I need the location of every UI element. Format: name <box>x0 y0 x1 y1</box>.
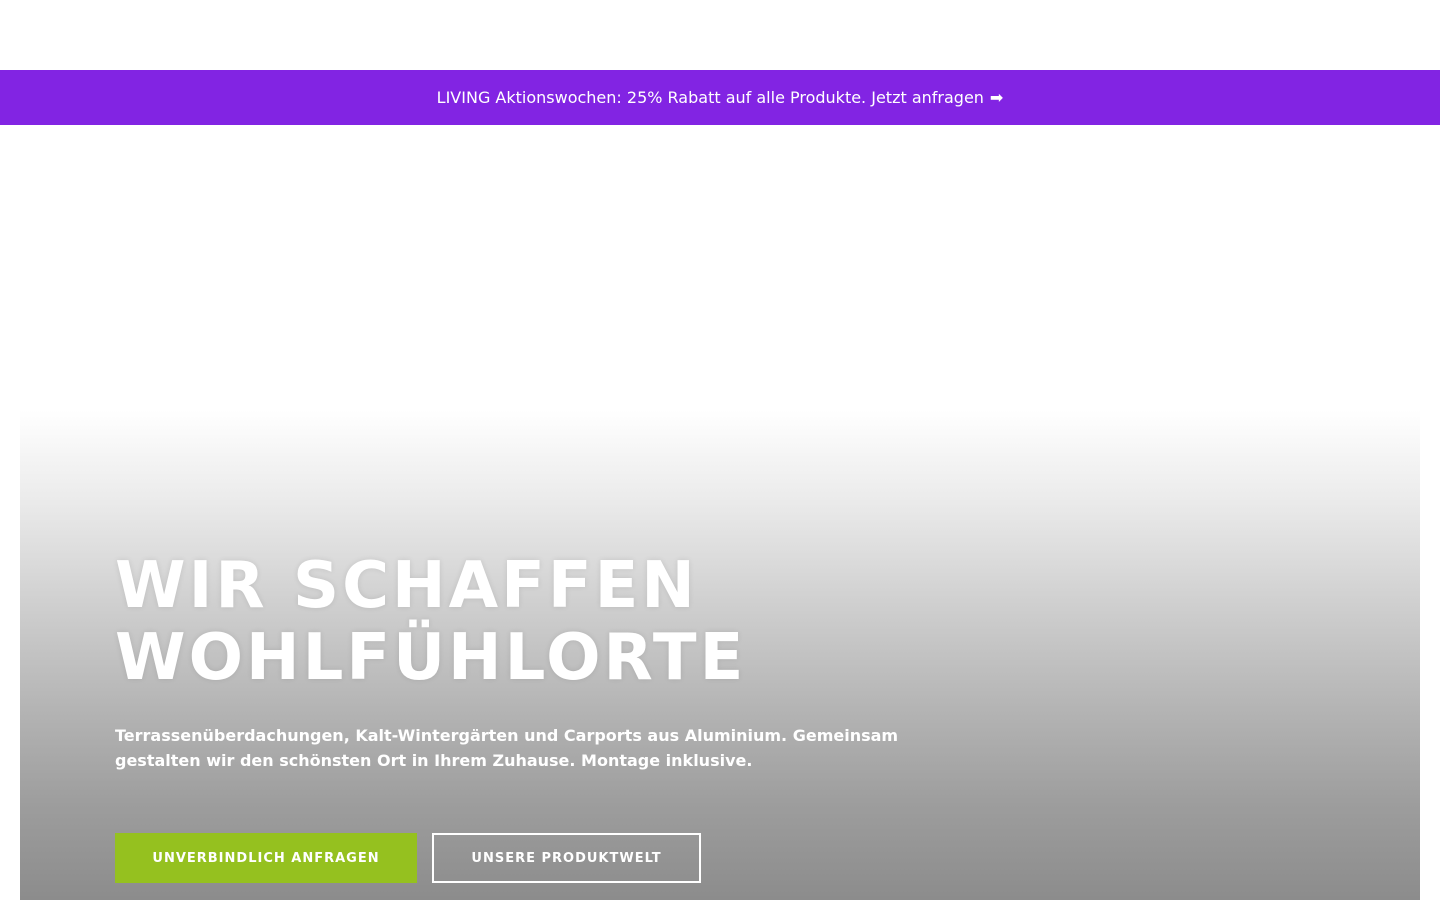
hero-subtitle: Terrassenüberdachungen, Kalt-Wintergärte… <box>115 726 899 770</box>
promo-banner-text: LIVING Aktionswochen: 25% Rabatt auf all… <box>436 88 984 107</box>
site-header <box>0 0 1440 70</box>
hero-section: WIR SCHAFFEN WOHLFÜHLORTE Terrassenüberd… <box>20 125 1420 900</box>
hero-title-line-1: WIR SCHAFFEN <box>115 549 698 623</box>
arrow-right-icon: ➡ <box>989 88 1004 107</box>
promo-banner-link[interactable]: LIVING Aktionswochen: 25% Rabatt auf all… <box>0 70 1440 125</box>
request-quote-button[interactable]: UNVERBINDLICH ANFRAGEN <box>115 833 417 883</box>
hero-title: WIR SCHAFFEN WOHLFÜHLORTE <box>115 550 746 694</box>
hero-cta-row: UNVERBINDLICH ANFRAGEN UNSERE PRODUKTWEL… <box>115 833 701 883</box>
product-world-button[interactable]: UNSERE PRODUKTWELT <box>432 833 701 883</box>
hero-title-line-2: WOHLFÜHLORTE <box>115 621 747 695</box>
